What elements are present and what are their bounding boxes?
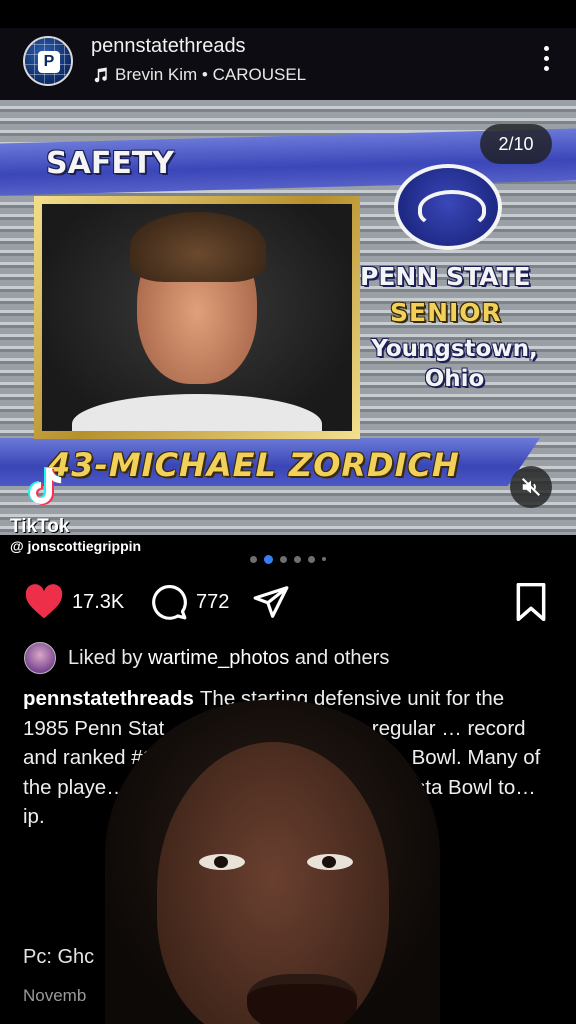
send-icon	[253, 586, 289, 618]
mute-button[interactable]	[510, 466, 552, 508]
post-date: Novemb	[23, 986, 87, 1005]
player-shoulders	[72, 394, 322, 431]
post-header: P pennstatethreads Brevin Kim • CAROUSEL	[0, 28, 576, 100]
speaker-muted-icon	[522, 478, 540, 496]
comment-button[interactable]: 772	[150, 580, 229, 624]
more-options-icon[interactable]	[542, 46, 550, 76]
hometown-state: Ohio	[424, 366, 485, 392]
music-note-icon	[94, 67, 107, 83]
overlay-eye-left	[199, 854, 245, 870]
tiktok-brand-text: TikTok	[10, 516, 70, 537]
reaction-video-overlay	[105, 700, 440, 1024]
carousel-dot	[250, 555, 257, 563]
comment-bubble-icon	[152, 584, 187, 620]
carousel-dot	[294, 555, 301, 563]
like-count: 17.3K	[72, 590, 125, 613]
status-bar-area	[0, 0, 576, 28]
hometown-city: Youngstown,	[371, 336, 538, 362]
liked-by-row[interactable]: Liked by wartime_photos and others	[24, 642, 389, 674]
audio-label: Brevin Kim • CAROUSEL	[115, 65, 307, 84]
carousel-dots	[0, 553, 576, 565]
account-avatar[interactable]: P	[23, 36, 73, 86]
player-hair	[130, 212, 266, 282]
tiktok-logo-icon	[28, 467, 62, 505]
caption-author[interactable]: pennstatethreads	[23, 687, 194, 710]
post-actions: 17.3K 772	[0, 580, 576, 628]
liked-by-prefix: Liked by	[68, 646, 143, 669]
tiktok-watermark: TikTok	[10, 466, 210, 537]
liked-by-text: Liked by wartime_photos and others	[68, 647, 389, 670]
carousel-dot-active	[264, 554, 273, 564]
carousel-dot	[308, 555, 315, 563]
carousel-dot	[280, 555, 287, 563]
account-username[interactable]: pennstatethreads	[91, 35, 246, 58]
liked-by-suffix: and others	[294, 646, 390, 669]
player-photo-frame	[34, 196, 360, 439]
liked-by-user[interactable]: wartime_photos	[148, 647, 289, 669]
photo-credit: Pc: Ghc	[23, 946, 95, 968]
like-button[interactable]: 17.3K	[24, 580, 124, 624]
position-label: SAFETY	[46, 146, 174, 181]
save-button[interactable]	[514, 580, 548, 624]
heart-icon	[25, 584, 63, 619]
avatar-letter: P	[38, 51, 60, 73]
player-photo	[42, 204, 352, 431]
school-label: PENN STATE	[360, 262, 531, 291]
carousel-dot	[322, 557, 326, 561]
class-year-label: SENIOR	[390, 298, 502, 327]
overlay-face	[157, 742, 389, 1024]
audio-label-row[interactable]: Brevin Kim • CAROUSEL	[91, 65, 306, 85]
slide-counter: 2/10	[480, 124, 552, 164]
overlay-mouth	[247, 974, 357, 1024]
bookmark-icon	[516, 583, 546, 621]
comment-count: 772	[196, 590, 230, 613]
tiktok-handle: @ jonscottiegrippin	[10, 538, 142, 554]
overlay-eye-right	[307, 854, 353, 870]
penn-state-lion-logo	[394, 164, 502, 250]
share-button[interactable]	[252, 580, 290, 624]
liked-by-avatar	[24, 642, 56, 674]
hometown-label: Youngstown, Ohio	[362, 334, 547, 394]
